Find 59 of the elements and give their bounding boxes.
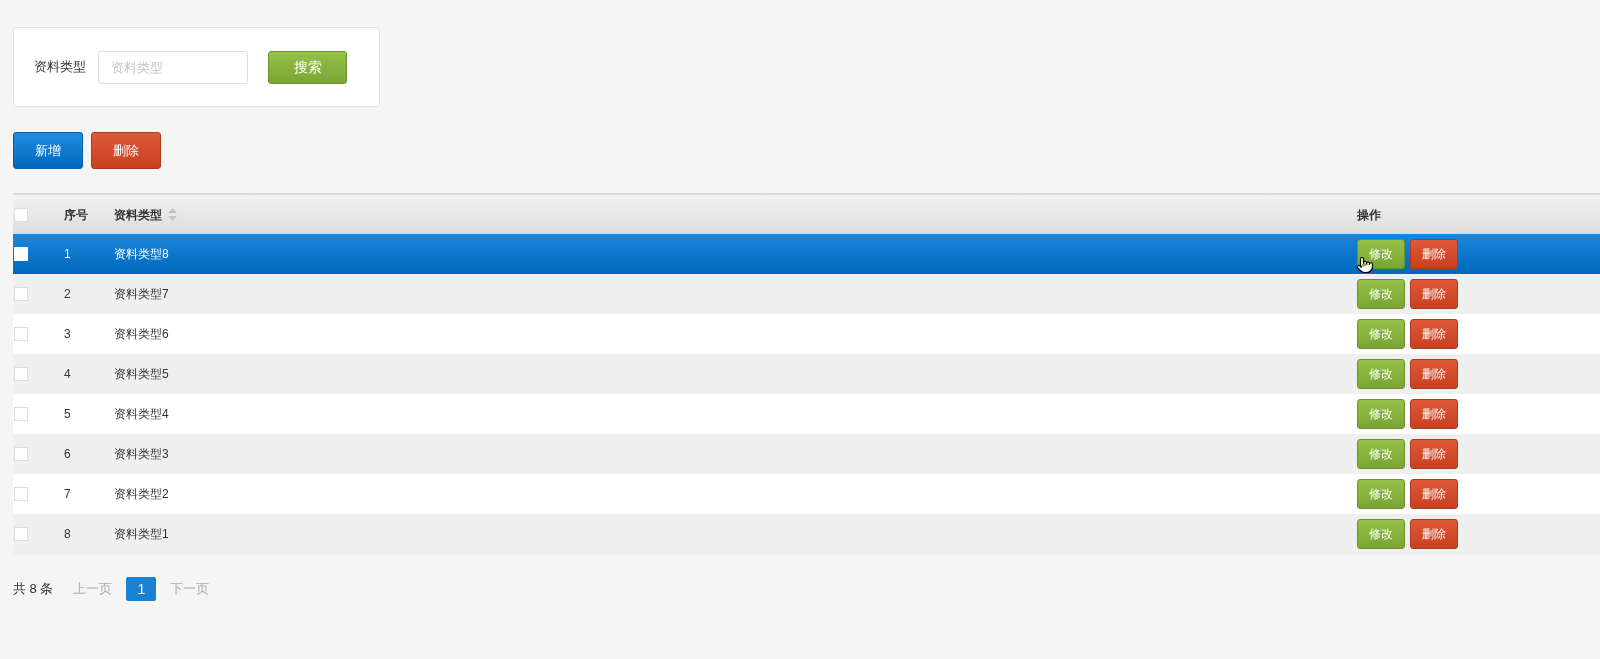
delete-button[interactable]: 删除 xyxy=(1410,399,1458,429)
table-cell-text: 资料类型3 xyxy=(114,446,169,463)
checkbox[interactable] xyxy=(14,367,28,381)
search-label: 资料类型 xyxy=(34,58,86,77)
table-row[interactable]: 5 资料类型4 修改 删除 xyxy=(13,394,1600,434)
delete-button[interactable]: 删除 xyxy=(1410,479,1458,509)
table-cell-text: 4 xyxy=(64,366,71,383)
table-cell-text: 资料类型1 xyxy=(114,526,169,543)
table-cell-text: 资料类型7 xyxy=(114,286,169,303)
total-count: 共 8 条 xyxy=(13,580,54,599)
table-cell-text: 5 xyxy=(64,406,71,423)
edit-button[interactable]: 修改 xyxy=(1357,399,1405,429)
edit-button[interactable]: 修改 xyxy=(1357,479,1405,509)
column-header[interactable]: 资料类型 xyxy=(114,205,162,224)
checkbox[interactable] xyxy=(14,207,28,222)
delete-button[interactable]: 删除 xyxy=(1410,239,1458,269)
checkbox[interactable] xyxy=(14,527,28,541)
table-row[interactable]: 8 资料类型1 修改 删除 xyxy=(13,514,1600,554)
page-button[interactable]: 1 xyxy=(126,577,157,601)
edit-button[interactable]: 修改 xyxy=(1357,359,1405,389)
table-row[interactable]: 7 资料类型2 修改 删除 xyxy=(13,474,1600,514)
delete-button[interactable]: 删除 xyxy=(1410,519,1458,549)
column-header: 序号 xyxy=(64,206,88,224)
table-cell-text: 7 xyxy=(64,486,71,503)
table-row[interactable]: 2 资料类型7 修改 删除 xyxy=(13,274,1600,314)
search-field[interactable]: 资料类型 xyxy=(98,50,248,84)
table-row[interactable]: 1 资料类型8 修改 删除 xyxy=(13,234,1600,274)
edit-button[interactable]: 修改 xyxy=(1357,319,1405,349)
table-cell-text: 资料类型4 xyxy=(114,406,169,423)
search-button[interactable]: 搜索 xyxy=(268,50,347,84)
delete-button[interactable]: 删除 xyxy=(1410,359,1458,389)
checkbox[interactable] xyxy=(14,327,28,341)
table-cell-text: 资料类型2 xyxy=(114,486,169,503)
table-cell-text: 6 xyxy=(64,446,71,463)
edit-button[interactable]: 修改 xyxy=(1357,279,1405,309)
add-button[interactable]: 新增 xyxy=(13,132,83,169)
table-cell-text: 资料类型5 xyxy=(114,366,169,383)
table-cell-text: 资料类型6 xyxy=(114,326,169,343)
table-cell-text: 3 xyxy=(64,326,71,343)
table-row[interactable]: 6 资料类型3 修改 删除 xyxy=(13,434,1600,474)
delete-button[interactable]: 删除 xyxy=(1410,319,1458,349)
table-row[interactable]: 4 资料类型5 修改 删除 xyxy=(13,354,1600,394)
edit-button[interactable]: 修改 xyxy=(1357,439,1405,469)
edit-button[interactable]: 修改 xyxy=(1357,239,1405,269)
table-cell-text: 2 xyxy=(64,286,71,303)
checkbox[interactable] xyxy=(14,447,28,461)
column-header: 操作 xyxy=(1357,206,1381,224)
table-row[interactable]: 3 资料类型6 修改 删除 xyxy=(13,314,1600,354)
table-cell-text: 1 xyxy=(64,246,71,263)
sort-icon[interactable] xyxy=(168,208,177,221)
delete-button[interactable]: 删除 xyxy=(91,132,161,169)
delete-button[interactable]: 删除 xyxy=(1410,439,1458,469)
edit-button[interactable]: 修改 xyxy=(1357,519,1405,549)
checkbox[interactable] xyxy=(14,287,28,301)
delete-button[interactable]: 删除 xyxy=(1410,279,1458,309)
table-cell-text: 资料类型8 xyxy=(114,246,169,263)
checkbox[interactable] xyxy=(14,487,28,501)
checkbox[interactable] xyxy=(14,407,28,421)
table-cell-text: 8 xyxy=(64,526,71,543)
